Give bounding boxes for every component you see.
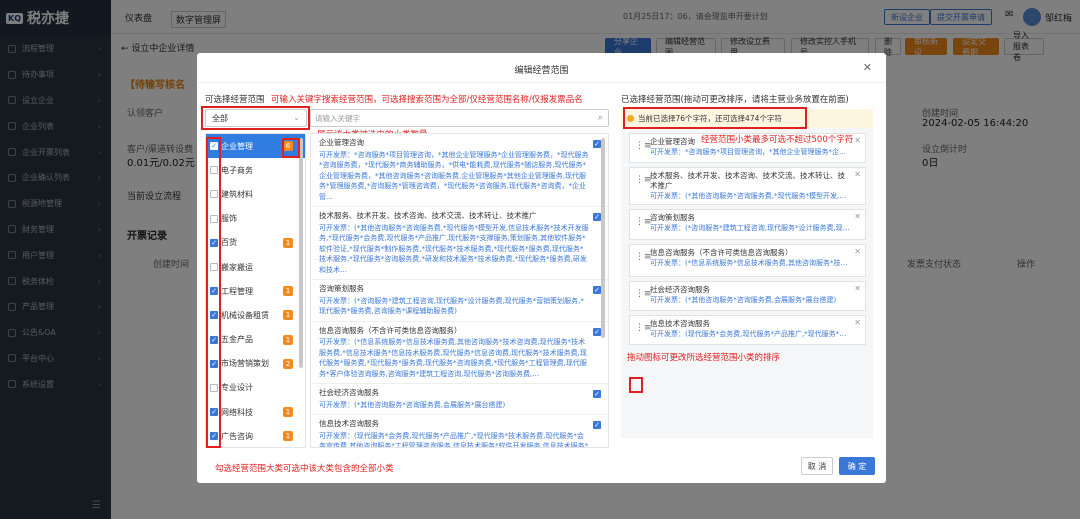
selected-panel: 当前已选择76个字符，还可选择474个字符 ⋮≡ 企业管理咨询 可开发票：*咨询服务… bbox=[621, 107, 873, 438]
remove-icon[interactable]: ✕ bbox=[854, 247, 861, 257]
subcategory-scrollbar[interactable] bbox=[601, 138, 605, 338]
subcategory-name: 信息技术咨询服务 bbox=[319, 419, 379, 428]
selected-item[interactable]: ⋮≡ 社会经济咨询服务可开发票：(*其他咨询服务*咨询服务费,会展服务*展台搭建)… bbox=[629, 281, 866, 311]
annotation-box-select bbox=[201, 106, 310, 130]
annotation-limit: 经营范围小类最多可选不超过500个字符 bbox=[701, 135, 854, 145]
cancel-button[interactable]: 取 消 bbox=[801, 457, 833, 475]
modal-title: 编辑经营范围 bbox=[514, 66, 569, 76]
subcategory-invoice-desc: 可开发票：*咨询服务*项目管理咨询，*其他企业管理服务*企业管理服务费，*现代服… bbox=[319, 150, 589, 201]
search-icon[interactable]: ⌕ bbox=[598, 113, 603, 123]
annotation-box-notice bbox=[623, 107, 807, 129]
subcategory-name: 信息咨询服务（不含许可类信息咨询服务） bbox=[319, 325, 462, 335]
remove-icon[interactable]: ✕ bbox=[854, 136, 861, 146]
subcategory-invoice-desc: 可开发票：(*信息系统服务*信息技术服务费,其他咨询服务*技术咨询费,现代服务*… bbox=[319, 338, 587, 378]
selected-invoice-desc: 可开发票：*咨询服务*项目管理咨询，*其他企业管理服务*企业… bbox=[650, 148, 851, 156]
remove-icon[interactable]: ✕ bbox=[854, 170, 861, 180]
ok-button[interactable]: 确 定 bbox=[839, 457, 875, 475]
selected-invoice-desc: 可开发票：(*咨询服务*建筑工程咨询,现代服务*设计服务费,现代… bbox=[650, 224, 851, 232]
selected-name: 技术服务、技术开发、技术咨询、技术交流、技术转让、技术推广 bbox=[650, 171, 845, 190]
selected-name: 信息技术咨询服务 bbox=[650, 319, 710, 328]
subcategory-name: 咨询策划服务 bbox=[319, 284, 364, 293]
available-scope-label: 可选择经营范围 bbox=[205, 95, 265, 105]
subcategory-item[interactable]: 咨询策划服务可开发票：(*咨询服务*建筑工程咨询,现代服务*设计服务费,现代服务… bbox=[311, 280, 608, 322]
category-label: 专业设计 bbox=[221, 383, 253, 393]
category-label: 企业管理 bbox=[221, 141, 253, 151]
selected-count-badge: 1 bbox=[283, 407, 293, 418]
category-label: 电子商务 bbox=[221, 165, 253, 175]
category-label: 工程管理 bbox=[221, 286, 253, 296]
selected-count-badge: 1 bbox=[283, 237, 293, 248]
selected-count-badge: 1 bbox=[283, 431, 293, 442]
subcategory-item[interactable]: 技术服务、技术开发、技术咨询、技术交流、技术转让、技术推广可开发票：(*其他咨询… bbox=[311, 207, 608, 280]
category-label: 机械设备租赁 bbox=[221, 310, 269, 320]
category-label: 百货 bbox=[221, 238, 237, 248]
category-label: 市场营销策划 bbox=[221, 359, 269, 369]
selected-name: 社会经济咨询服务 bbox=[650, 285, 710, 294]
search-placeholder: 请输入关键字 bbox=[315, 113, 360, 123]
subcategory-checkbox[interactable]: ✓ bbox=[593, 390, 601, 398]
subcategory-checkbox[interactable]: ✓ bbox=[593, 421, 601, 429]
remove-icon[interactable]: ✕ bbox=[854, 284, 861, 294]
selected-count-badge: 2 bbox=[283, 358, 293, 369]
annotation-drag: 拖动图标可更改所选经营范围小类的排序 bbox=[627, 353, 781, 363]
selected-name: 信息咨询服务（不含许可类信息咨询服务） bbox=[650, 248, 793, 257]
annotation-box-drag bbox=[629, 377, 643, 393]
annotation-box-badge bbox=[282, 138, 300, 158]
selected-count-badge: 1 bbox=[283, 286, 293, 297]
category-label: 搬家搬运 bbox=[221, 262, 253, 272]
selected-item[interactable]: ⋮≡ 技术服务、技术开发、技术咨询、技术交流、技术转让、技术推广可开发票：(*其他… bbox=[629, 167, 866, 205]
selected-item[interactable]: ⋮≡ 信息技术咨询服务可开发票：(现代服务*会务费,现代服务*产品推广,*现代服务… bbox=[629, 315, 866, 345]
selected-invoice-desc: 可开发票：(现代服务*会务费,现代服务*产品推广,*现代服务*技… bbox=[650, 330, 851, 338]
subcategory-checkbox[interactable]: ✓ bbox=[593, 213, 601, 221]
drag-handle-icon[interactable]: ⋮≡ bbox=[635, 252, 652, 262]
divider bbox=[197, 82, 886, 83]
subcategory-item[interactable]: 企业管理咨询可开发票：*咨询服务*项目管理咨询，*其他企业管理服务*企业管理服务… bbox=[311, 134, 608, 207]
selected-count-badge: 1 bbox=[283, 310, 293, 321]
subcategory-list: 企业管理咨询可开发票：*咨询服务*项目管理咨询，*其他企业管理服务*企业管理服务… bbox=[310, 133, 609, 448]
annotation-category-check: 勾选经营范围大类可选中该大类包含的全部小类 bbox=[215, 464, 394, 474]
category-label: 五金产品 bbox=[221, 335, 253, 345]
subcategory-checkbox[interactable]: ✓ bbox=[593, 327, 601, 336]
remove-icon[interactable]: ✕ bbox=[854, 212, 861, 222]
subcategory-item[interactable]: 信息咨询服务（不含许可类信息咨询服务） 可开发票：(*信息系统服务*信息技术服务费… bbox=[311, 322, 608, 384]
selected-invoice-desc: 可开发票：(*信息系统服务*信息技术服务费,其他咨询服务*技术… bbox=[650, 259, 851, 267]
drag-handle-icon[interactable]: ⋮≡ bbox=[635, 289, 652, 299]
selected-invoice-desc: 可开发票：(*其他咨询服务*咨询服务费,会展服务*展台搭建) bbox=[650, 296, 837, 304]
selected-invoice-desc: 可开发票：(*其他咨询服务*咨询服务费,*现代服务*模型开发,信息… bbox=[650, 192, 851, 200]
annotation-search: 可输入关键字搜索经营范围，可选择搜索范围为全部/仅经营范围名称/仅报发票品名 bbox=[271, 95, 583, 105]
subcategory-invoice-desc: 可开发票：(*其他咨询服务*咨询服务费,会展服务*展台搭建) bbox=[319, 400, 506, 409]
drag-handle-icon[interactable]: ⋮≡ bbox=[635, 175, 652, 185]
drag-handle-icon[interactable]: ⋮≡ bbox=[635, 141, 652, 151]
category-label: 服饰 bbox=[221, 214, 237, 224]
search-input[interactable]: 请输入关键字 ⌕ bbox=[310, 109, 609, 127]
subcategory-name: 社会经济咨询服务 bbox=[319, 388, 379, 397]
subcategory-name: 企业管理咨询 bbox=[319, 138, 364, 147]
category-label: 建筑材料 bbox=[221, 189, 253, 199]
subcategory-items: 企业管理咨询可开发票：*咨询服务*项目管理咨询，*其他企业管理服务*企业管理服务… bbox=[311, 134, 608, 448]
subcategory-checkbox[interactable]: ✓ bbox=[593, 140, 601, 148]
subcategory-item[interactable]: 信息技术咨询服务可开发票：(现代服务*会务费,现代服务*产品推广,*现代服务*技… bbox=[311, 415, 608, 448]
subcategory-item[interactable]: 社会经济咨询服务可开发票：(*其他咨询服务*咨询服务费,会展服务*展台搭建) ✓ bbox=[311, 384, 608, 415]
drag-handle-icon[interactable]: ⋮≡ bbox=[635, 323, 652, 333]
selected-name: 咨询策划服务 bbox=[650, 213, 695, 222]
subcategory-invoice-desc: 可开发票：(*咨询服务*建筑工程咨询,现代服务*设计服务费,现代服务*营销策划服… bbox=[319, 296, 584, 316]
selected-item[interactable]: ⋮≡ 信息咨询服务（不含许可类信息咨询服务） 可开发票：(*信息系统服务*信息技术服… bbox=[629, 244, 866, 277]
category-label: 广告咨询 bbox=[221, 431, 253, 441]
remove-icon[interactable]: ✕ bbox=[854, 318, 861, 328]
selected-item[interactable]: ⋮≡ 咨询策划服务可开发票：(*咨询服务*建筑工程咨询,现代服务*设计服务费,现代… bbox=[629, 209, 866, 240]
subcategory-invoice-desc: 可开发票：(*其他咨询服务*咨询服务费,*现代服务*模型开发,信息技术服务*技术… bbox=[319, 223, 589, 274]
selected-count-badge: 1 bbox=[283, 334, 293, 345]
subcategory-invoice-desc: 可开发票：(现代服务*会务费,现代服务*产品推广,*现代服务*技术服务费,现代服… bbox=[319, 431, 589, 448]
subcategory-checkbox[interactable]: ✓ bbox=[593, 286, 601, 294]
close-icon[interactable]: ✕ bbox=[863, 61, 872, 74]
drag-handle-icon[interactable]: ⋮≡ bbox=[635, 217, 652, 227]
subcategory-name: 技术服务、技术开发、技术咨询、技术交流、技术转让、技术推广 bbox=[319, 211, 537, 220]
category-scrollbar[interactable] bbox=[299, 138, 303, 368]
selected-scope-label: 已选择经营范围(拖动可更改排序，请将主营业务放置在前面) bbox=[621, 95, 849, 105]
category-label: 网络科技 bbox=[221, 407, 253, 417]
annotation-box-checkboxes bbox=[206, 137, 221, 448]
edit-scope-modal: 编辑经营范围 ✕ 可选择经营范围 可输入关键字搜索经营范围，可选择搜索范围为全部… bbox=[197, 53, 886, 483]
